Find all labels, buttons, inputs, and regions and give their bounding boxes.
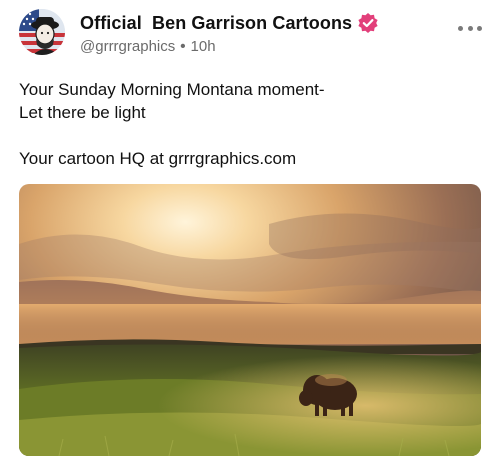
post-text-line: Let there be light xyxy=(19,103,146,122)
post-timestamp[interactable]: 10h xyxy=(191,38,216,55)
post-text-line: Your cartoon HQ at grrrgraphics.com xyxy=(19,149,297,168)
meta-separator: • xyxy=(180,38,186,55)
cartoonist-avatar-image xyxy=(19,9,65,55)
bison-sunrise-photo xyxy=(19,184,481,456)
post-text-line: Your Sunday Morning Montana moment- xyxy=(19,80,325,99)
display-name[interactable]: Official Ben Garrison Cartoons xyxy=(80,13,352,34)
dot xyxy=(477,25,482,31)
post-meta: @grrrgraphics • 10h xyxy=(80,38,379,55)
user-handle[interactable]: @grrrgraphics xyxy=(80,38,175,55)
dot xyxy=(467,25,473,31)
dot xyxy=(458,25,463,31)
post-image[interactable] xyxy=(19,184,481,456)
avatar[interactable] xyxy=(19,9,65,55)
post-text: Your Sunday Morning Montana moment- Let … xyxy=(19,78,479,170)
post-header: Official Ben Garrison Cartoons @grrrgrap… xyxy=(80,12,379,55)
name-row: Official Ben Garrison Cartoons xyxy=(80,12,379,34)
verified-badge-icon xyxy=(357,12,379,34)
social-post: Official Ben Garrison Cartoons @grrrgrap… xyxy=(0,0,500,464)
more-options-icon[interactable] xyxy=(458,20,482,36)
